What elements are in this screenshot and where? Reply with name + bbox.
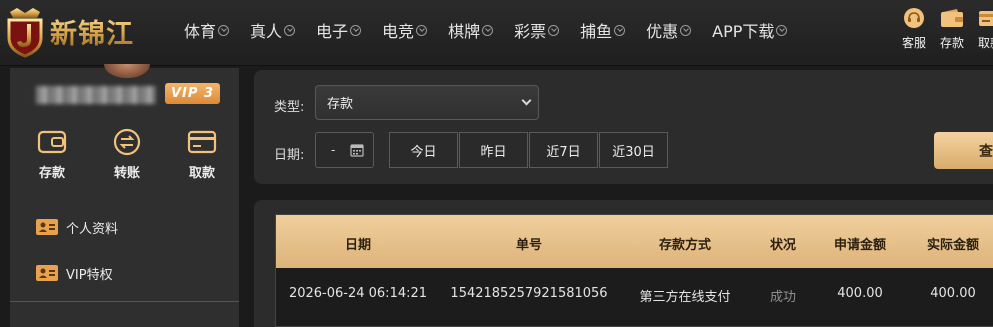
quick-action-label: 取款 <box>188 166 215 181</box>
cell-actual-amount: 400.00 <box>930 286 976 301</box>
nav-item-slots[interactable]: 电子 <box>316 18 362 42</box>
quick-action-label: 存款 <box>38 166 65 181</box>
top-navigation-bar: 新锦江 体育 真人 电子 电竞 棋牌 彩票 捕鱼 优惠 APP下载 客服 存款 <box>0 0 993 66</box>
username-redacted <box>36 86 156 104</box>
type-select[interactable]: 存款 <box>315 85 539 120</box>
card-icon <box>187 128 217 156</box>
range-30days-button[interactable]: 近30日 <box>599 132 668 168</box>
nav-label: 电子 <box>316 22 349 41</box>
nav-label: 棋牌 <box>448 22 481 41</box>
nav-item-sports[interactable]: 体育 <box>184 18 230 42</box>
type-label: 类型: <box>274 100 305 115</box>
withdraw-button[interactable]: 取款 <box>971 6 993 51</box>
sidebar-item-profile[interactable]: 个人资料 <box>10 204 239 250</box>
nav-label: 优惠 <box>646 22 679 41</box>
records-table: 日期 单号 存款方式 状况 申请金额 实际金额 2026-06-24 06:14… <box>275 214 993 327</box>
nav-item-app-download[interactable]: APP下载 <box>712 18 788 42</box>
range-yesterday-button[interactable]: 昨日 <box>459 132 528 168</box>
range-7days-button[interactable]: 近7日 <box>529 132 598 168</box>
id-card-icon <box>36 265 58 281</box>
vip-badge[interactable]: VIP 3 <box>165 83 220 104</box>
table-row: 2026-06-24 06:14:21 1542185257921581056 … <box>276 268 993 318</box>
deposit-label: 存款 <box>939 36 964 50</box>
sidebar-item-label: 个人资料 <box>66 221 119 237</box>
range-today-button[interactable]: 今日 <box>389 132 458 168</box>
chevron-down-icon <box>521 95 532 106</box>
cell-deposit-method: 第三方在线支付 <box>639 290 731 305</box>
column-header: 申请金额 <box>833 238 887 253</box>
customer-service-icon <box>903 6 925 30</box>
chevron-down-icon <box>548 24 560 36</box>
transfer-icon <box>113 128 141 156</box>
cell-order-number: 1542185257921581056 <box>450 286 608 301</box>
column-header: 实际金额 <box>926 238 980 253</box>
date-range-buttons: 今日 昨日 近7日 近30日 <box>389 132 669 168</box>
quick-action-label: 转账 <box>113 166 140 181</box>
chevron-down-icon <box>680 24 692 36</box>
cell-date: 2026-06-24 06:14:21 <box>288 286 428 301</box>
nav-label: 电竞 <box>382 22 415 41</box>
logo-text: 新锦江 <box>50 12 134 51</box>
main-nav: 体育 真人 电子 电竞 棋牌 彩票 捕鱼 优惠 APP下载 <box>184 18 808 42</box>
chevron-down-icon <box>218 24 230 36</box>
nav-item-esports[interactable]: 电竞 <box>382 18 428 42</box>
filter-panel: 类型: 存款 日期: - 今日 昨日 近7日 近30日 查 <box>254 70 993 184</box>
table-header: 日期 单号 存款方式 状况 申请金额 实际金额 <box>276 215 993 268</box>
column-header: 单号 <box>515 238 543 253</box>
calendar-icon <box>350 144 364 157</box>
wallet-icon <box>940 6 964 30</box>
date-label: 日期: <box>274 148 305 163</box>
chevron-down-icon <box>284 24 296 36</box>
nav-item-live-casino[interactable]: 真人 <box>250 18 296 42</box>
nav-label: APP下载 <box>712 22 775 41</box>
sidebar-divider <box>10 301 239 302</box>
nav-label: 捕鱼 <box>580 22 613 41</box>
nav-item-cards[interactable]: 棋牌 <box>448 18 494 42</box>
sidebar-withdraw-button[interactable]: 取款 <box>174 128 230 181</box>
avatar[interactable] <box>104 64 150 78</box>
chevron-down-icon <box>614 24 626 36</box>
chevron-down-icon <box>350 24 362 36</box>
nav-item-fishing[interactable]: 捕鱼 <box>580 18 626 42</box>
cell-requested-amount: 400.00 <box>837 286 883 301</box>
sidebar-item-label: VIP特权 <box>66 267 113 283</box>
withdraw-label: 取款 <box>977 36 993 50</box>
account-sidebar: VIP 3 存款 转账 取款 个人资料 VIP特权 <box>10 64 239 327</box>
column-header: 日期 <box>344 238 372 253</box>
top-actions: 客服 存款 取款 <box>895 6 993 51</box>
wallet-icon <box>37 128 67 156</box>
column-header: 存款方式 <box>658 238 712 253</box>
chevron-down-icon <box>482 24 494 36</box>
search-button[interactable]: 查 <box>934 132 993 169</box>
withdraw-icon <box>978 6 993 30</box>
date-range-input[interactable]: - <box>315 132 374 168</box>
customer-service-label: 客服 <box>901 36 926 50</box>
nav-item-lottery[interactable]: 彩票 <box>514 18 560 42</box>
sidebar-deposit-button[interactable]: 存款 <box>24 128 80 181</box>
date-range-value: - <box>331 143 336 157</box>
chevron-down-icon <box>776 24 788 36</box>
records-panel: 日期 单号 存款方式 状况 申请金额 实际金额 2026-06-24 06:14… <box>254 200 993 327</box>
deposit-button[interactable]: 存款 <box>933 6 971 51</box>
sidebar-transfer-button[interactable]: 转账 <box>99 128 155 181</box>
logo-emblem-icon <box>4 6 46 58</box>
brand-logo[interactable]: 新锦江 <box>4 4 154 58</box>
sidebar-menu: 个人资料 VIP特权 <box>10 204 239 296</box>
nav-label: 彩票 <box>514 22 547 41</box>
chevron-down-icon <box>416 24 428 36</box>
cell-status: 成功 <box>769 290 797 305</box>
nav-item-promotions[interactable]: 优惠 <box>646 18 692 42</box>
nav-label: 真人 <box>250 22 283 41</box>
quick-actions: 存款 转账 取款 <box>24 128 230 181</box>
customer-service-button[interactable]: 客服 <box>895 6 933 51</box>
type-select-value: 存款 <box>327 97 354 112</box>
nav-label: 体育 <box>184 22 217 41</box>
column-header: 状况 <box>769 238 797 253</box>
sidebar-item-vip[interactable]: VIP特权 <box>10 250 239 296</box>
id-card-icon <box>36 219 58 235</box>
